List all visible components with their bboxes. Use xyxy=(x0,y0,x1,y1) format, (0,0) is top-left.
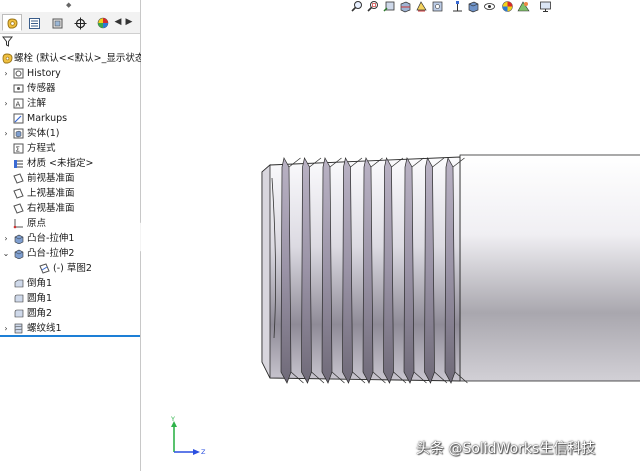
thread-groove xyxy=(321,157,333,384)
chamfer-face[interactable] xyxy=(261,164,271,379)
thread-groove xyxy=(301,157,312,384)
thread-groove xyxy=(403,157,415,384)
bolt-model[interactable] xyxy=(0,0,640,471)
thread-groove xyxy=(280,157,292,384)
thread-groove xyxy=(383,157,394,384)
thread-groove xyxy=(444,157,456,384)
reference-triad: Y Z xyxy=(170,416,206,456)
triad-z-label: Z xyxy=(201,448,206,456)
thread-groove xyxy=(362,157,374,384)
triad-y-label: Y xyxy=(170,416,175,423)
thread-groove xyxy=(342,157,353,384)
thread-groove xyxy=(424,157,435,384)
watermark: 头条 @SolidWorks生信科技 xyxy=(416,441,596,457)
bolt-shaft[interactable] xyxy=(459,154,640,382)
